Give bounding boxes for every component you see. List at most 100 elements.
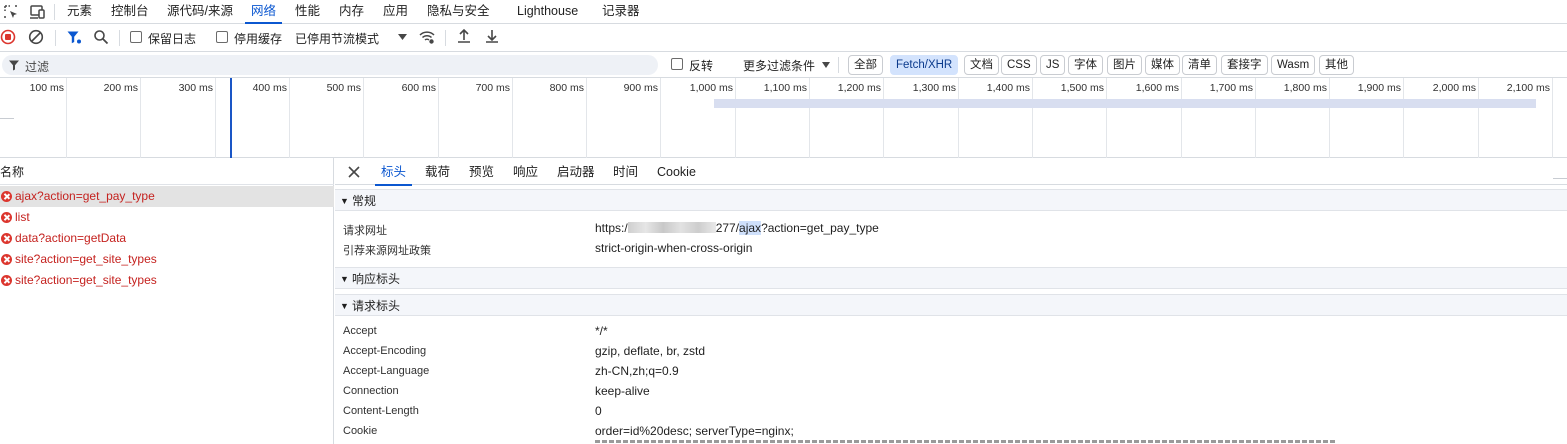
tab-cookies[interactable]: Cookie [657,158,696,185]
more-filters-dropdown[interactable]: 更多过滤条件 [743,57,815,74]
preserve-log-checkbox[interactable] [130,31,142,43]
tab-lighthouse[interactable]: Lighthouse [517,0,578,23]
timeline-tick-label: 1,500 ms [1060,82,1104,94]
section-title: 请求标头 [352,299,401,313]
tab-performance[interactable]: 性能 [295,0,320,23]
timeline-gridline [363,78,364,158]
tab-sources[interactable]: 源代码/来源 [167,0,233,23]
invert-checkbox[interactable] [671,58,683,70]
header-value: */* [595,324,608,338]
timeline-gridline [215,78,216,158]
timeline-tick-label: 900 ms [623,82,658,94]
request-row[interactable]: site?action=get_site_types [0,249,334,270]
header-value: order=id%20desc; serverType=nginx; [595,424,794,438]
header-name: Accept [343,325,377,337]
request-headers-section-header[interactable]: ▼ 请求标头 [335,294,1567,316]
url-path: ajax [739,221,762,235]
disable-cache-checkbox[interactable] [216,31,228,43]
timeline-tick-label: 1,900 ms [1357,82,1401,94]
network-conditions-icon[interactable] [418,29,436,45]
chip-other[interactable]: 其他 [1319,55,1354,75]
chip-socket[interactable]: 套接字 [1221,55,1268,75]
filter-input[interactable]: 过滤 [2,55,658,75]
request-name: site?action=get_site_types [15,252,157,266]
cookie-overflow [595,440,1335,444]
triangle-down-icon: ▼ [340,274,349,284]
filter-icon[interactable] [66,29,82,45]
request-row[interactable]: data?action=getData [0,228,334,249]
header-name: Content-Length [343,405,419,417]
timeline-tick-label: 800 ms [549,82,584,94]
request-row[interactable]: site?action=get_site_types [0,270,334,291]
response-headers-section-header[interactable]: ▼ 响应标头 [335,267,1567,289]
tab-timing[interactable]: 时间 [613,158,638,185]
tab-application[interactable]: 应用 [383,0,408,23]
timeline-tick-label: 500 ms [326,82,361,94]
timeline-tick-label: 1,600 ms [1135,82,1179,94]
timeline-marker[interactable] [230,78,232,158]
timeline-tick-label: 1,200 ms [837,82,881,94]
tab-initiator[interactable]: 启动器 [557,158,595,185]
header-value: gzip, deflate, br, zstd [595,344,706,358]
tab-recorder[interactable]: 记录器 [602,0,640,23]
clear-icon[interactable] [28,29,44,45]
chip-all[interactable]: 全部 [848,55,883,75]
timeline-gridline [1181,78,1182,158]
general-section-header[interactable]: ▼ 常规 [335,189,1567,211]
timeline-gridline [809,78,810,158]
section-title: 响应标头 [352,272,401,286]
name-column-header[interactable]: 名称 [0,158,334,185]
timeline-gridline [438,78,439,158]
timeline-gridline [958,78,959,158]
throttling-select[interactable]: 已停用节流模式 [295,30,379,47]
tab-network[interactable]: 网络 [244,0,283,24]
timeline-gridline [289,78,290,158]
chip-font[interactable]: 字体 [1068,55,1103,75]
request-name: data?action=getData [15,231,127,245]
url-port: 277/ [715,221,740,235]
timeline-tick-label: 1,300 ms [912,82,956,94]
tab-preview[interactable]: 预览 [469,158,494,185]
tab-memory[interactable]: 内存 [339,0,364,23]
inspect-element-icon[interactable] [2,3,20,21]
triangle-down-icon: ▼ [340,196,349,206]
import-har-icon[interactable] [456,28,472,45]
tab-payload[interactable]: 载荷 [425,158,450,185]
request-row[interactable]: list [0,207,334,228]
chip-manifest[interactable]: 清单 [1182,55,1217,75]
device-toolbar-icon[interactable] [28,3,46,21]
chip-css[interactable]: CSS [1001,55,1037,75]
url-prefix: https:/ [595,221,628,235]
chip-fetch-xhr[interactable]: Fetch/XHR [890,55,959,75]
timeline-gridline [1552,78,1553,158]
chip-media[interactable]: 媒体 [1145,55,1180,75]
tab-console[interactable]: 控制台 [111,0,149,23]
tab-elements[interactable]: 元素 [67,0,92,23]
close-icon[interactable] [348,166,360,178]
timeline-overview[interactable]: 100 ms 200 ms 300 ms 400 ms 500 ms 600 ms 700 … [0,78,1567,179]
timeline-tick-label: 100 ms [29,82,64,94]
stop-recording-icon[interactable] [0,29,16,45]
export-har-icon[interactable] [484,28,500,45]
timeline-tick-label: 300 ms [178,82,213,94]
chip-wasm[interactable]: Wasm [1271,55,1316,75]
tab-headers[interactable]: 标头 [374,158,413,186]
tab-response[interactable]: 响应 [513,158,538,185]
header-name: Cookie [343,425,378,437]
chip-js[interactable]: JS [1040,55,1066,75]
timeline-indicator [0,118,14,119]
timeline-tick-label: 600 ms [401,82,436,94]
request-list: 名称 ajax?action=get_pay_type list data?ac… [0,158,334,444]
timeline-gridline [586,78,587,158]
timeline-tick-label: 1,800 ms [1283,82,1327,94]
chip-img[interactable]: 图片 [1107,55,1142,75]
request-row[interactable]: ajax?action=get_pay_type [0,186,334,207]
timeline-gridline [512,78,513,158]
chevron-down-icon [822,62,830,68]
search-icon[interactable] [93,29,109,45]
filter-placeholder: 过滤 [25,60,50,74]
url-query: ?action=get_pay_type [761,221,879,235]
chip-doc[interactable]: 文档 [964,55,999,75]
tab-privacy-security[interactable]: 隐私与安全 [427,0,490,23]
error-icon [1,275,12,286]
